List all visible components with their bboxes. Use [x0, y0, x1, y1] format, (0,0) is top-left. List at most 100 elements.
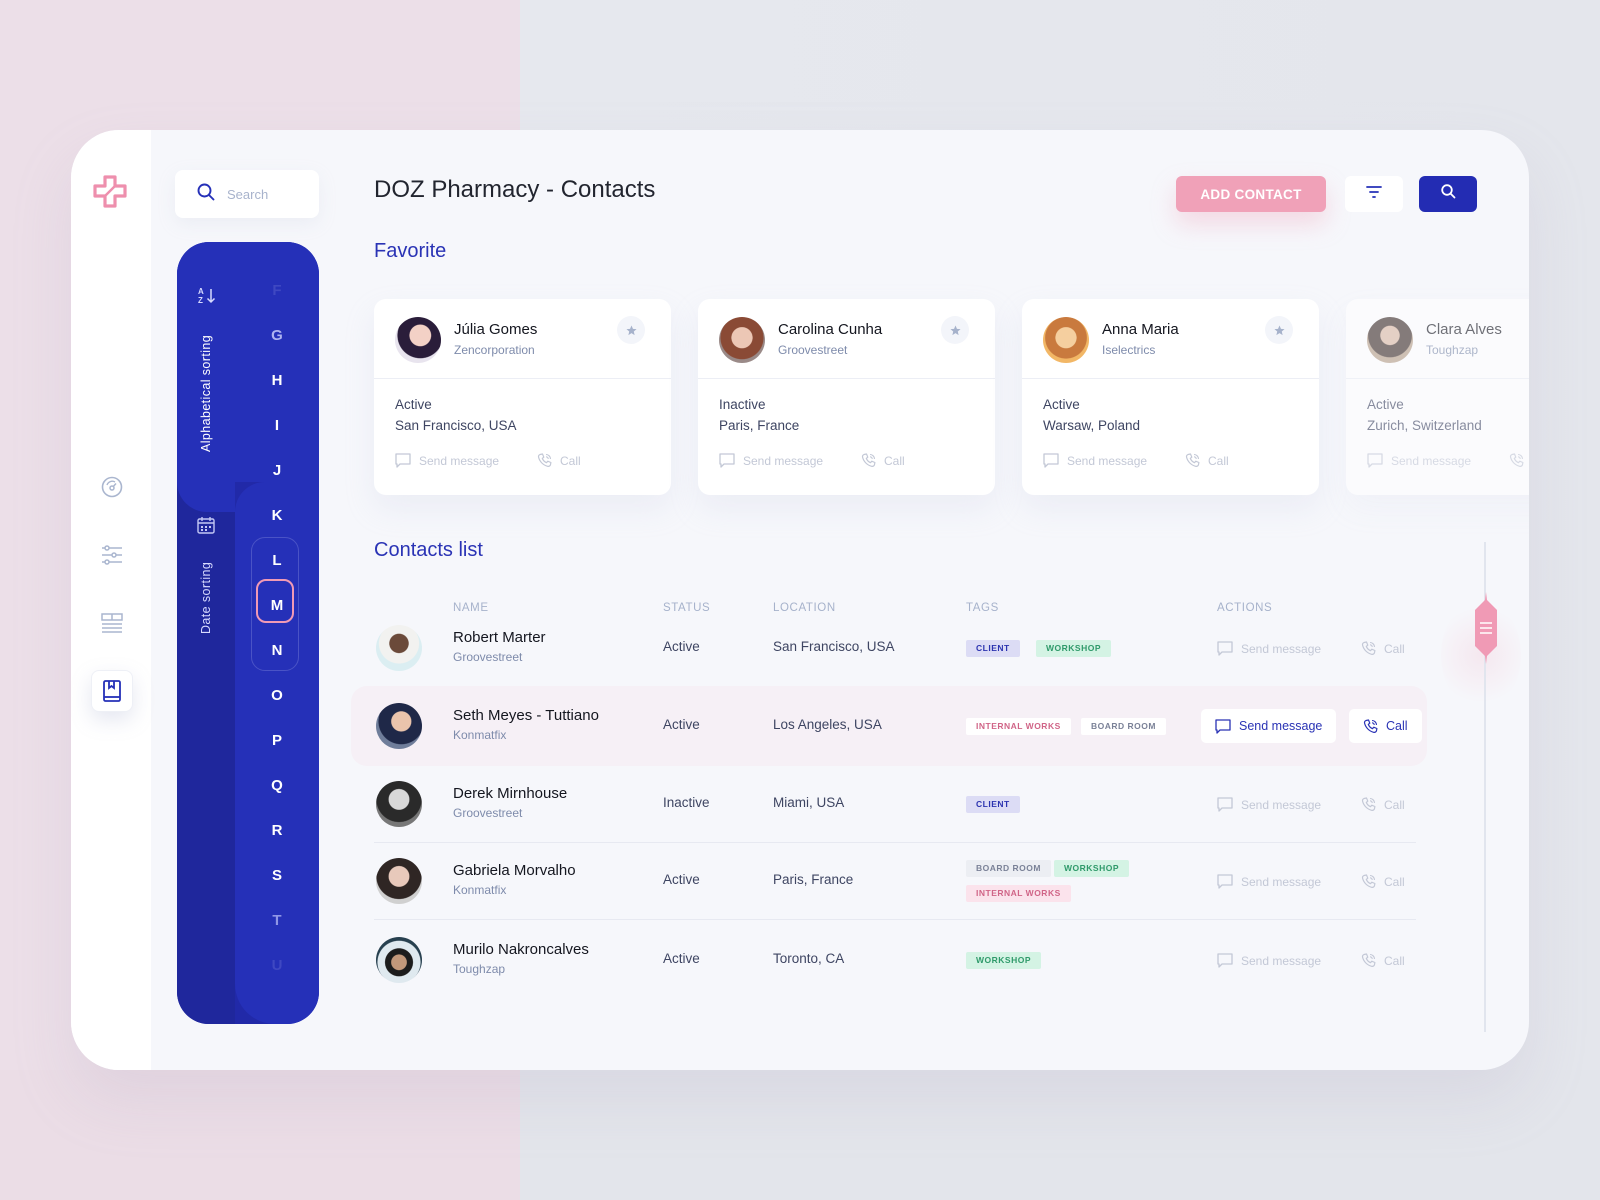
- filter-button[interactable]: [1345, 176, 1403, 212]
- tag: INTERNAL WORKS: [966, 718, 1071, 735]
- call-button[interactable]: Call: [1361, 953, 1405, 968]
- column-header-status[interactable]: STATUS: [663, 602, 710, 614]
- letter-j[interactable]: J: [235, 453, 319, 489]
- send-message-label: Send message: [1241, 641, 1322, 656]
- search-input[interactable]: [227, 186, 307, 202]
- letter-h[interactable]: H: [235, 363, 319, 399]
- letter-n[interactable]: N: [235, 633, 319, 669]
- column-header-location[interactable]: LOCATION: [773, 602, 836, 614]
- avatar: [376, 625, 422, 671]
- contact-name[interactable]: Seth Meyes - Tuttiano: [453, 707, 599, 724]
- letter-s[interactable]: S: [235, 858, 319, 894]
- favorite-card[interactable]: Anna Maria Iselectrics Active Warsaw, Po…: [1022, 299, 1319, 495]
- call-button[interactable]: Call: [1361, 797, 1405, 812]
- favorite-card-header: Júlia Gomes Zencorporation: [374, 299, 671, 379]
- letter-m[interactable]: M: [235, 588, 319, 624]
- favorite-card-header: Anna Maria Iselectrics: [1022, 299, 1319, 379]
- letter-p[interactable]: P: [235, 723, 319, 759]
- letter-g[interactable]: G: [235, 318, 319, 354]
- letter-o[interactable]: O: [235, 678, 319, 714]
- letter-u[interactable]: U: [235, 948, 319, 984]
- sliders-icon[interactable]: [91, 534, 133, 576]
- contact-location: San Francisco, USA: [395, 418, 517, 433]
- background: [0, 1070, 1600, 1200]
- search-icon: [197, 183, 215, 206]
- message-icon: [1217, 797, 1233, 812]
- send-message-button[interactable]: Send message: [1217, 953, 1321, 968]
- contact-name[interactable]: Murilo Nakroncalves: [453, 941, 589, 958]
- contact-status: Inactive: [719, 397, 766, 412]
- send-message-button[interactable]: Send message: [1217, 874, 1321, 889]
- avatar: [395, 317, 441, 363]
- sorting-panel: AZ Alphabetical sorting Date sorting F G…: [177, 242, 319, 1024]
- send-message-label: Send message: [1239, 719, 1323, 733]
- scrollbar-thumb[interactable]: [1475, 592, 1497, 664]
- message-icon: [1217, 953, 1233, 968]
- favorite-card[interactable]: Clara Alves Toughzap Active Zurich, Swit…: [1346, 299, 1529, 495]
- contact-company: Zencorporation: [454, 343, 535, 357]
- svg-text:Z: Z: [198, 296, 203, 305]
- contact-name[interactable]: Gabriela Morvalho: [453, 862, 576, 879]
- call-button[interactable]: Call: [1509, 453, 1529, 468]
- message-icon: [1367, 453, 1383, 468]
- phone-icon: [537, 453, 552, 467]
- avatar: [376, 858, 422, 904]
- send-message-button[interactable]: Send message: [1367, 453, 1509, 468]
- call-button[interactable]: Call: [1349, 709, 1422, 743]
- call-button[interactable]: Call: [1361, 641, 1405, 656]
- date-sorting-label[interactable]: Date sorting: [199, 562, 213, 634]
- search-button[interactable]: [1419, 176, 1477, 212]
- avatar: [376, 781, 422, 827]
- message-icon: [1217, 641, 1233, 656]
- contact-name[interactable]: Robert Marter: [453, 629, 546, 646]
- call-button[interactable]: Call: [1185, 453, 1229, 468]
- send-message-button[interactable]: Send message: [719, 453, 861, 468]
- letter-q[interactable]: Q: [235, 768, 319, 804]
- contact-company: Groovestreet: [778, 343, 848, 357]
- phone-icon: [1509, 453, 1524, 467]
- favorite-star-button[interactable]: [941, 316, 969, 344]
- message-icon: [1217, 874, 1233, 889]
- send-message-button[interactable]: Send message: [1217, 641, 1321, 656]
- letter-i[interactable]: I: [235, 408, 319, 444]
- letter-t[interactable]: T: [235, 903, 319, 939]
- send-message-label: Send message: [1067, 453, 1148, 468]
- favorite-card[interactable]: Júlia Gomes Zencorporation Active San Fr…: [374, 299, 671, 495]
- call-label: Call: [1208, 453, 1229, 468]
- search-box[interactable]: [175, 170, 319, 218]
- calendar-icon[interactable]: [197, 516, 215, 534]
- send-message-button[interactable]: Send message: [395, 453, 537, 468]
- contact-name[interactable]: Derek Mirnhouse: [453, 785, 567, 802]
- favorite-card-header: Carolina Cunha Groovestreet: [698, 299, 995, 379]
- letter-r[interactable]: R: [235, 813, 319, 849]
- alphabetical-sorting-label[interactable]: Alphabetical sorting: [199, 335, 213, 452]
- send-message-button[interactable]: Send message: [1043, 453, 1185, 468]
- call-label: Call: [1384, 953, 1405, 968]
- card-actions: Send message Call: [395, 453, 581, 468]
- favorite-card[interactable]: Carolina Cunha Groovestreet Inactive Par…: [698, 299, 995, 495]
- dashboard-gauge-icon[interactable]: [91, 466, 133, 508]
- letter-f[interactable]: F: [235, 273, 319, 309]
- phone-icon: [1363, 718, 1378, 733]
- column-header-name[interactable]: NAME: [453, 602, 489, 614]
- call-button[interactable]: Call: [1361, 874, 1405, 889]
- filter-icon: [1366, 185, 1382, 203]
- call-button[interactable]: Call: [861, 453, 905, 468]
- favorite-star-button[interactable]: [617, 316, 645, 344]
- call-button[interactable]: Call: [537, 453, 581, 468]
- send-message-button[interactable]: Send message: [1201, 709, 1337, 743]
- avatar: [1367, 317, 1413, 363]
- letter-l[interactable]: L: [235, 543, 319, 579]
- contact-location: Miami, USA: [773, 795, 845, 810]
- send-message-button[interactable]: Send message: [1217, 797, 1321, 812]
- add-contact-button[interactable]: ADD CONTACT: [1176, 176, 1326, 212]
- contact-name: Anna Maria: [1102, 321, 1179, 338]
- sort-az-icon[interactable]: AZ: [197, 286, 217, 306]
- favorite-star-button[interactable]: [1265, 316, 1293, 344]
- contacts-book-icon[interactable]: [91, 670, 133, 712]
- letter-k[interactable]: K: [235, 498, 319, 534]
- contact-location: Toronto, CA: [773, 951, 845, 966]
- contact-location: Zurich, Switzerland: [1367, 418, 1482, 433]
- send-message-label: Send message: [1241, 797, 1322, 812]
- list-layout-icon[interactable]: [91, 602, 133, 644]
